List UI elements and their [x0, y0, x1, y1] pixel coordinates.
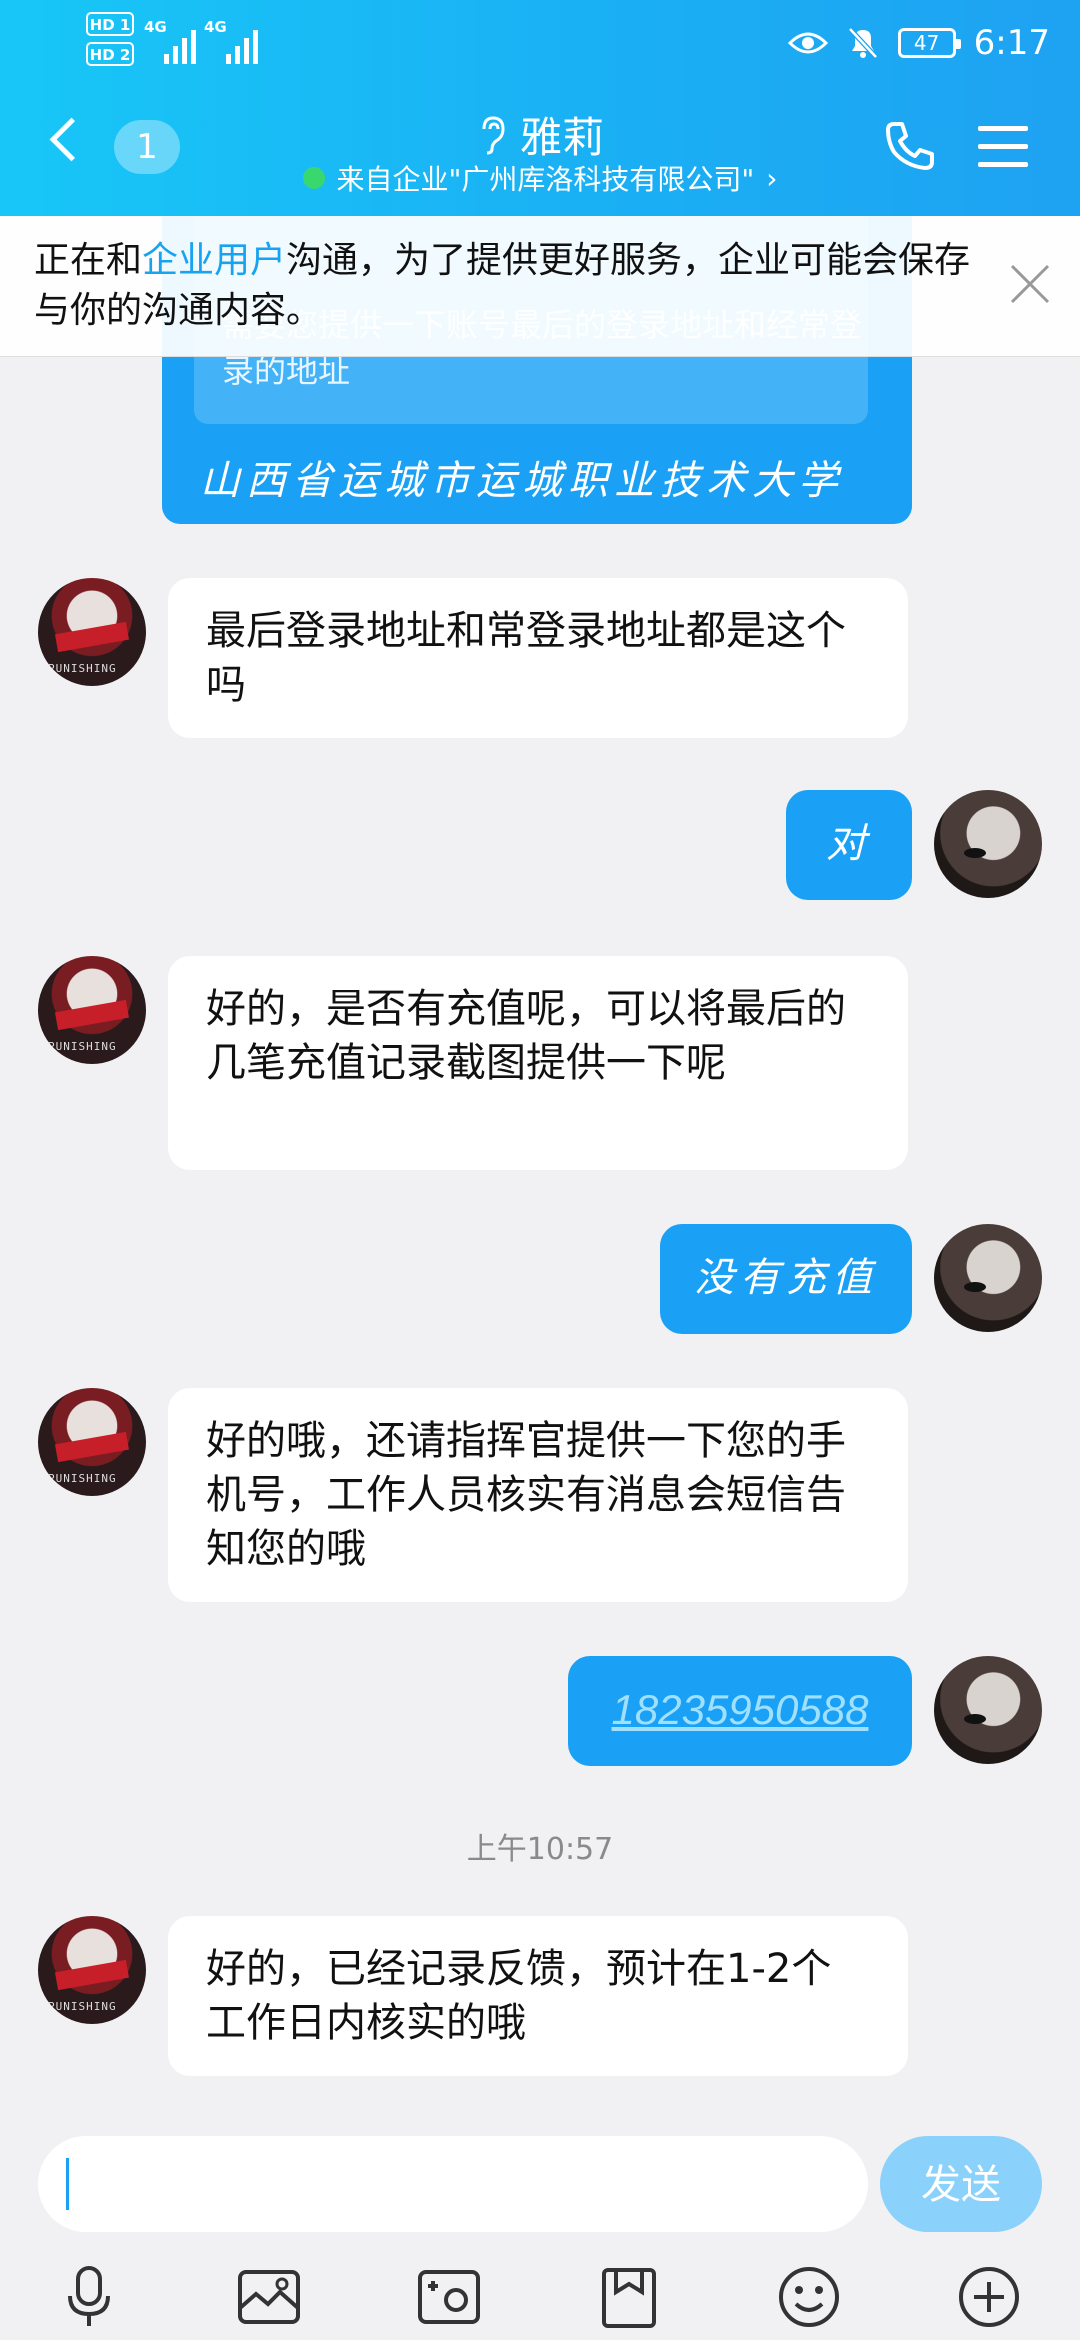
message-timestamp: 上午10:57: [466, 1832, 614, 1867]
phone-call-icon[interactable]: [882, 118, 938, 174]
message-bubble-outgoing[interactable]: 没有充值: [660, 1224, 912, 1334]
message-bubble-outgoing[interactable]: 对: [786, 790, 912, 900]
clock: 6:17: [973, 23, 1050, 63]
user-avatar[interactable]: [934, 1224, 1042, 1332]
eye-icon: [787, 32, 828, 54]
text-caret: [66, 2158, 69, 2210]
company-name: 来自企业"广州库洛科技有限公司": [336, 163, 755, 196]
network-type-2: 4G: [204, 18, 227, 36]
status-bar-signal: HD 1 HD 2 4G 4G: [86, 12, 286, 72]
signal-bars-2-icon: [226, 30, 258, 64]
menu-icon[interactable]: [978, 126, 1028, 170]
composer: 发送: [0, 2112, 1080, 2340]
close-icon[interactable]: [1008, 262, 1052, 306]
microphone-icon[interactable]: [54, 2262, 124, 2332]
emoji-icon[interactable]: [774, 2262, 844, 2332]
file-icon[interactable]: [594, 2262, 664, 2332]
privacy-notice-banner: 正在和企业用户沟通，为了提供更好服务，企业可能会保存与你的沟通内容。: [0, 216, 1080, 357]
plus-icon[interactable]: [954, 2262, 1024, 2332]
image-icon[interactable]: [234, 2262, 304, 2332]
message-bubble-incoming[interactable]: 好的哦，还请指挥官提供一下您的手机号，工作人员核实有消息会短信告知您的哦: [168, 1388, 908, 1602]
phone-number-link[interactable]: 18235950588: [568, 1656, 912, 1766]
message-bubble-incoming[interactable]: 最后登录地址和常登录地址都是这个吗: [168, 578, 908, 738]
notice-text: 正在和企业用户沟通，为了提供更好服务，企业可能会保存与你的沟通内容。: [34, 240, 971, 331]
contact-name: 雅莉: [519, 113, 604, 162]
app-header: HD 1 HD 2 4G 4G 47 6:17 1 雅莉 来自企业"广州库洛科技…: [0, 0, 1080, 216]
enterprise-user-link[interactable]: 企业用户: [142, 240, 286, 281]
contact-avatar[interactable]: PUNISHING: [38, 1916, 146, 2024]
user-avatar[interactable]: [934, 1656, 1042, 1764]
mute-bell-icon: [847, 27, 878, 59]
message-bubble-incoming[interactable]: 好的，已经记录反馈，预计在1-2个工作日内核实的哦: [168, 1916, 908, 2076]
user-avatar[interactable]: [934, 790, 1042, 898]
contact-avatar[interactable]: PUNISHING: [38, 956, 146, 1064]
message-list[interactable]: 需要您提供一下账号最后的登录地址和经常登录的地址 山西省运城市运城职业技术大学 …: [0, 216, 1080, 2112]
message-bubble-incoming[interactable]: 好的，是否有充值呢，可以将最后的几笔充值记录截图提供一下呢: [168, 956, 908, 1170]
message-input[interactable]: [38, 2136, 868, 2232]
ear-icon: [482, 115, 505, 154]
battery-indicator: 47: [897, 28, 961, 58]
sim2-badge: HD 2: [86, 42, 134, 66]
composer-toolbar: [0, 2262, 1080, 2332]
quoted-reply-text: 山西省运城市运城职业技术大学: [200, 458, 844, 504]
status-bar-right: 47 6:17: [787, 18, 1050, 68]
sim1-badge: HD 1: [86, 12, 134, 36]
send-button[interactable]: 发送: [880, 2136, 1042, 2232]
camera-icon[interactable]: [414, 2262, 484, 2332]
online-status-dot: [302, 167, 325, 189]
contact-avatar[interactable]: PUNISHING: [38, 1388, 146, 1496]
signal-bars-1-icon: [164, 30, 196, 64]
contact-avatar[interactable]: PUNISHING: [38, 578, 146, 686]
chevron-right-icon: ›: [766, 161, 778, 195]
